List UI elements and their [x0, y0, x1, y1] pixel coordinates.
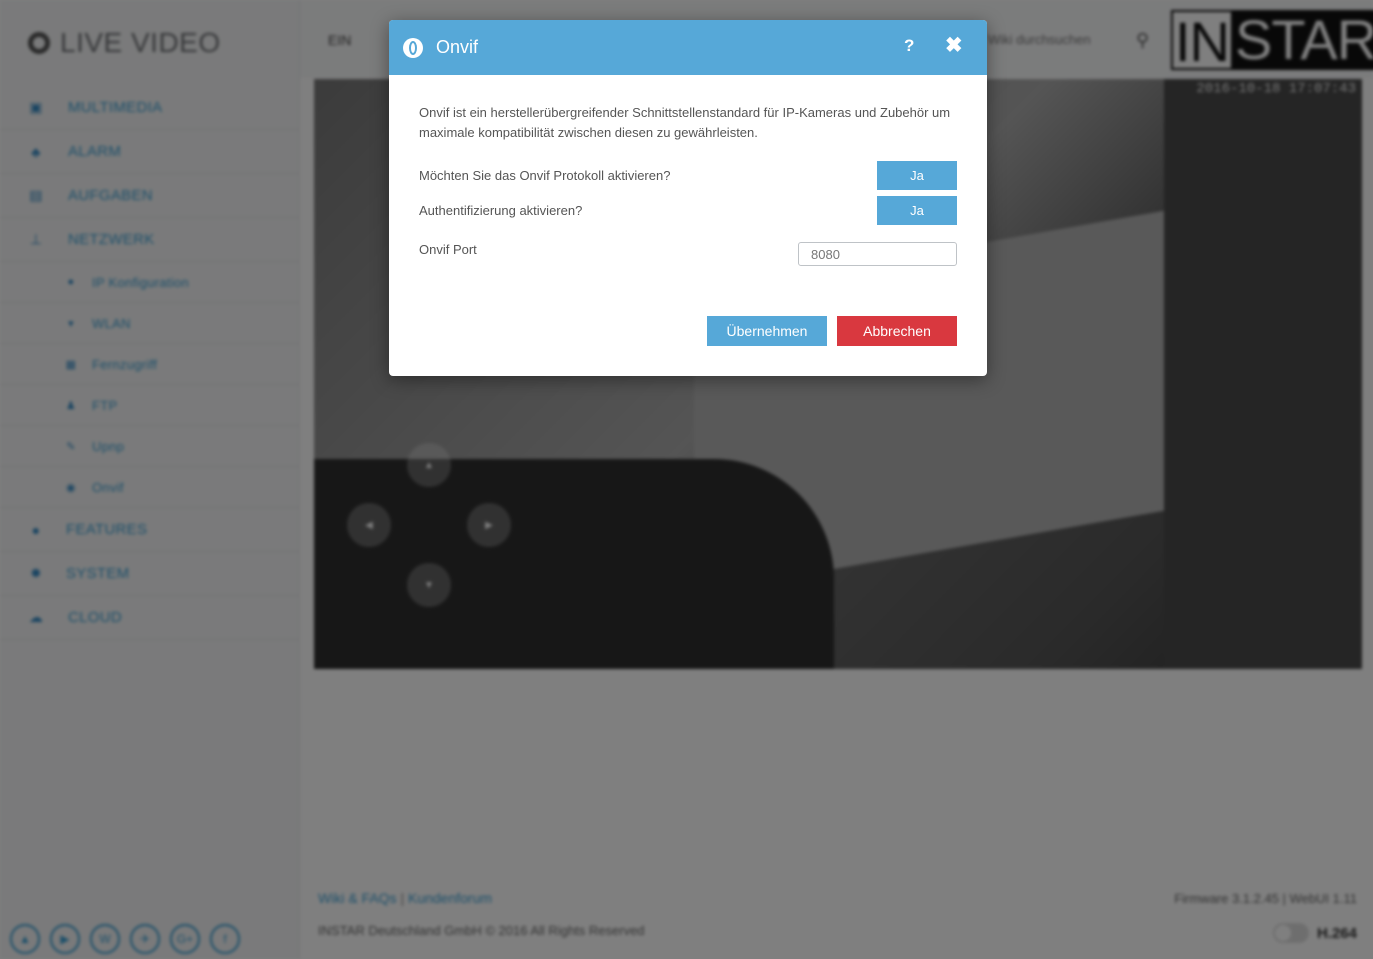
dialog-actions: Übernehmen Abbrechen [707, 316, 957, 346]
close-icon[interactable]: ✖ [945, 33, 963, 58]
onvif-icon [403, 37, 423, 58]
auth-toggle-button[interactable]: Ja [877, 196, 957, 225]
auth-label: Authentifizierung aktivieren? [419, 203, 583, 218]
port-row: Onvif Port [419, 242, 957, 266]
protocol-row: Möchten Sie das Onvif Protokoll aktivier… [419, 161, 957, 190]
onvif-dialog: Onvif ? ✖ Onvif ist ein herstellerübergr… [389, 20, 987, 376]
dialog-body: Onvif ist ein herstellerübergreifender S… [389, 75, 987, 143]
protocol-label: Möchten Sie das Onvif Protokoll aktivier… [419, 168, 671, 183]
help-icon[interactable]: ? [904, 36, 914, 56]
cancel-button[interactable]: Abbrechen [837, 316, 957, 346]
dialog-header: Onvif ? ✖ [389, 20, 987, 75]
onvif-port-input[interactable] [798, 242, 957, 266]
dialog-title: Onvif [436, 37, 479, 57]
auth-row: Authentifizierung aktivieren? Ja [419, 196, 957, 225]
apply-button[interactable]: Übernehmen [707, 316, 827, 346]
port-label: Onvif Port [419, 242, 477, 257]
dialog-description: Onvif ist ein herstellerübergreifender S… [419, 105, 951, 140]
protocol-toggle-button[interactable]: Ja [877, 161, 957, 190]
